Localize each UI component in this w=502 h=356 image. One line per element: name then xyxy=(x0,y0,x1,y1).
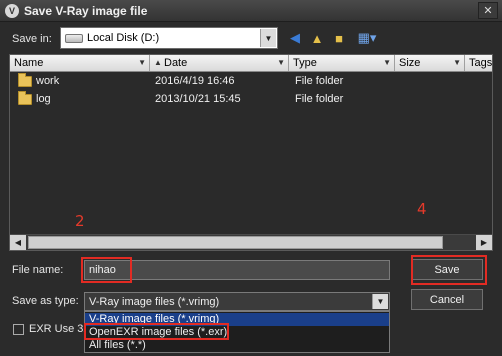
column-type[interactable]: Type ▼ xyxy=(289,55,395,71)
chevron-down-icon[interactable]: ▼ xyxy=(372,294,388,309)
annotation-2: 2 xyxy=(75,212,85,230)
horizontal-scrollbar[interactable]: ◀ ▶ xyxy=(10,234,492,250)
file-type: File folder xyxy=(295,93,344,105)
column-size[interactable]: Size ▼ xyxy=(395,55,465,71)
file-list-header: Name ▼ ▲ Date ▼ Type ▼ Size ▼ Tags xyxy=(10,55,492,72)
scroll-right-icon[interactable]: ▶ xyxy=(476,235,492,250)
scroll-left-icon[interactable]: ◀ xyxy=(10,235,26,250)
drive-icon xyxy=(65,33,83,43)
save-in-label: Save in: xyxy=(12,33,52,45)
folder-icon xyxy=(18,91,32,105)
save-in-value: Local Disk (D:) xyxy=(87,32,160,44)
file-name: log xyxy=(36,93,51,105)
file-row-work[interactable]: work 2016/4/19 16:46 File folder xyxy=(10,72,492,90)
column-date[interactable]: ▲ Date ▼ xyxy=(150,55,289,71)
file-date: 2013/10/21 15:45 xyxy=(155,93,241,105)
save-as-type-label: Save as type: xyxy=(12,295,79,307)
file-row-log[interactable]: log 2013/10/21 15:45 File folder xyxy=(10,90,492,108)
annotation-4: 4 xyxy=(417,200,427,218)
up-folder-icon[interactable]: ▲ xyxy=(308,29,326,47)
view-menu-icon[interactable]: ▦▾ xyxy=(354,29,380,47)
save-as-type-value: V-Ray image files (*.vrimg) xyxy=(89,295,220,308)
column-name[interactable]: Name ▼ xyxy=(10,55,150,71)
type-option-all[interactable]: All files (*.*) xyxy=(85,339,389,352)
type-options-list[interactable]: V-Ray image files (*.vrimg) OpenEXR imag… xyxy=(84,311,390,353)
column-tags[interactable]: Tags xyxy=(465,55,492,71)
window-title: Save V-Ray image file xyxy=(24,3,148,18)
folder-icon xyxy=(18,73,32,87)
file-date: 2016/4/19 16:46 xyxy=(155,75,235,87)
save-button[interactable]: Save xyxy=(411,259,483,280)
file-name-input[interactable] xyxy=(84,260,390,280)
close-button[interactable]: ✕ xyxy=(478,2,498,19)
save-in-dropdown[interactable]: Local Disk (D:) ▼ xyxy=(60,27,278,49)
scroll-thumb[interactable] xyxy=(28,236,443,249)
file-type: File folder xyxy=(295,75,344,87)
title-bar: V Save V-Ray image file ✕ xyxy=(0,0,502,22)
file-name: work xyxy=(36,75,60,87)
cancel-button[interactable]: Cancel xyxy=(411,289,483,310)
type-option-exr[interactable]: OpenEXR image files (*.exr) xyxy=(85,326,389,339)
file-name-label: File name: xyxy=(12,264,64,276)
save-as-type-dropdown[interactable]: V-Ray image files (*.vrimg) ▼ xyxy=(84,292,390,311)
chevron-down-icon[interactable]: ▼ xyxy=(260,29,276,47)
type-option-vrimg[interactable]: V-Ray image files (*.vrimg) xyxy=(85,313,389,326)
exr-32bit-checkbox[interactable] xyxy=(13,324,24,335)
new-folder-icon[interactable]: ■ xyxy=(330,29,348,47)
back-icon[interactable]: ◀ xyxy=(286,29,304,47)
vray-logo-icon: V xyxy=(5,3,19,18)
exr-option-label: EXR Use 32 xyxy=(29,323,90,335)
